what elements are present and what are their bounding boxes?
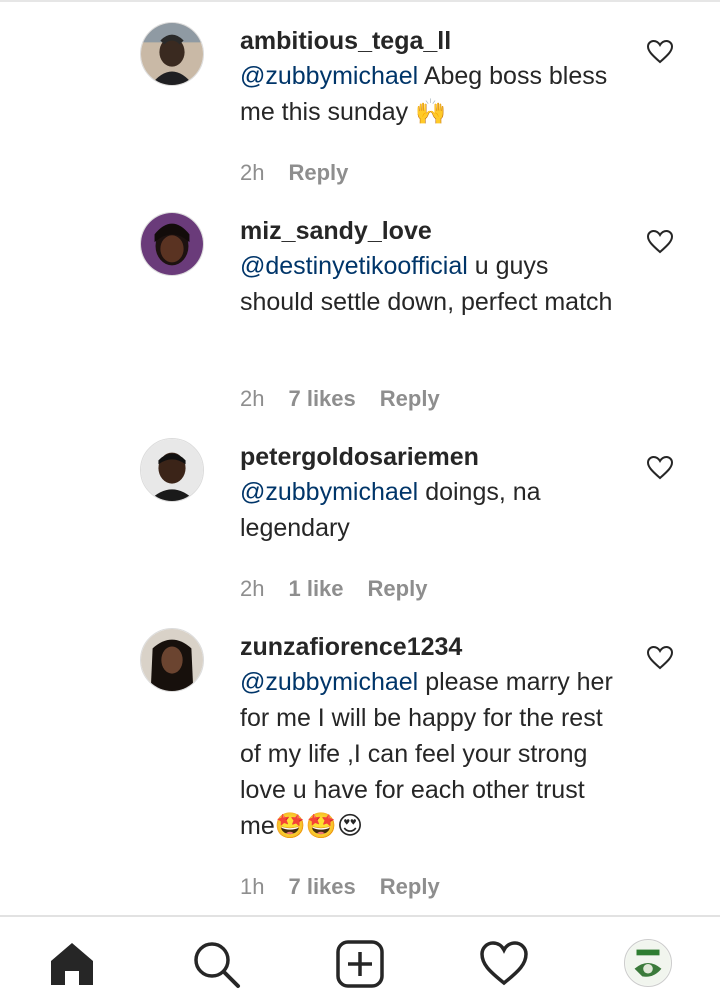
reply-button[interactable]: Reply [380, 386, 440, 412]
comment-meta: 1h 7 likes Reply [240, 874, 440, 900]
like-heart-icon[interactable] [646, 645, 674, 670]
comment-username[interactable]: ambitious_tega_ll [240, 27, 451, 56]
comment-text: @zubbymichael please marry her for me I … [240, 664, 625, 844]
reply-button[interactable]: Reply [368, 576, 428, 602]
comment-meta: 2h 1 like Reply [240, 576, 427, 602]
top-divider [0, 0, 720, 2]
comment-meta: 2h 7 likes Reply [240, 386, 440, 412]
like-heart-icon[interactable] [646, 455, 674, 480]
comment-text: @zubbymichael doings, na legendary [240, 474, 625, 546]
likes-count[interactable]: 1 like [288, 576, 343, 602]
comment-username[interactable]: miz_sandy_love [240, 217, 432, 246]
comment-time: 2h [240, 160, 265, 185]
likes-count[interactable]: 7 likes [288, 386, 355, 412]
reply-button[interactable]: Reply [288, 160, 348, 186]
comment-time: 1h [240, 874, 265, 899]
avatar[interactable] [140, 628, 204, 692]
mention-link[interactable]: @zubbymichael [240, 478, 418, 506]
new-post-icon[interactable] [335, 939, 385, 989]
comment-time: 2h [240, 576, 265, 601]
comment-username[interactable]: zunzafiorence1234 [240, 633, 462, 662]
search-icon[interactable] [191, 939, 241, 989]
activity-heart-icon[interactable] [479, 939, 529, 989]
mention-link[interactable]: @zubbymichael [240, 62, 418, 90]
comment-username[interactable]: petergoldosariemen [240, 443, 479, 472]
comment-meta: 2h Reply [240, 160, 348, 186]
mention-link[interactable]: @zubbymichael [240, 668, 418, 696]
likes-count[interactable]: 7 likes [288, 874, 355, 900]
comment-text: @zubbymichael Abeg boss bless me this su… [240, 58, 625, 130]
like-heart-icon[interactable] [646, 39, 674, 64]
mention-link[interactable]: @destinyetikoofficial [240, 252, 468, 280]
avatar[interactable] [140, 438, 204, 502]
avatar[interactable] [140, 22, 204, 86]
profile-avatar[interactable] [624, 939, 672, 987]
bottom-nav-bar [0, 915, 720, 1003]
reply-button[interactable]: Reply [380, 874, 440, 900]
home-icon[interactable] [47, 939, 97, 989]
like-heart-icon[interactable] [646, 229, 674, 254]
avatar[interactable] [140, 212, 204, 276]
comment-text: @destinyetikoofficial u guys should sett… [240, 248, 625, 320]
comment-time: 2h [240, 386, 265, 411]
